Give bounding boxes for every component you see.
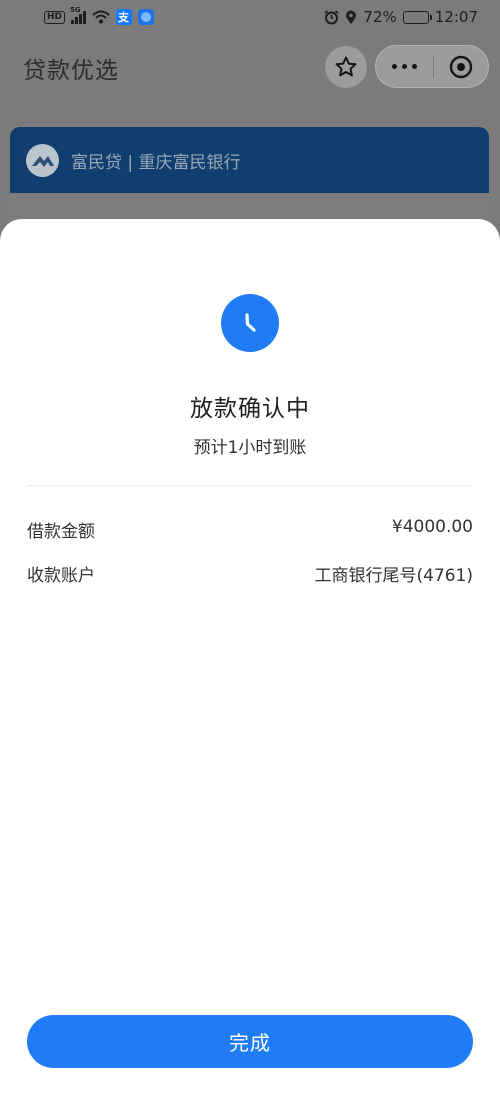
battery-icon [402, 10, 432, 24]
loan-status-sheet: 放款确认中 预计1小时到账 借款金额 ¥4000.00 收款账户 工商银行尾号(… [0, 219, 500, 1111]
favorite-button[interactable] [325, 46, 367, 88]
status-right: 72% 12:07 [324, 8, 478, 26]
clock-time: 12:07 [434, 8, 478, 26]
done-button[interactable]: 完成 [27, 1015, 473, 1068]
status-bar: HD 5G 支 72% 12:07 [0, 0, 500, 34]
target-icon [449, 55, 473, 78]
signal-icon: 5G [70, 6, 86, 24]
receiving-account-label: 收款账户 [27, 566, 95, 586]
location-icon [346, 10, 357, 24]
receiving-account-value: 工商银行尾号(4761) [314, 566, 473, 586]
bank-logo-icon [26, 143, 59, 177]
loan-product-card[interactable]: 富民贷 | 重庆富民银行 [10, 127, 489, 193]
mini-program-capsule [375, 45, 489, 88]
alipay-icon: 支 [115, 9, 132, 25]
close-mini-program-button[interactable] [434, 46, 488, 87]
status-left: HD 5G 支 [44, 6, 154, 25]
app-icon [137, 9, 154, 25]
more-dots-icon [392, 64, 397, 69]
divider [27, 485, 473, 486]
app-header: 贷款优选 [0, 34, 500, 102]
page-title: 贷款优选 [23, 58, 119, 84]
alarm-icon [324, 9, 339, 24]
hd-icon: HD [44, 10, 66, 24]
loan-amount-row: 借款金额 ¥4000.00 [27, 517, 473, 542]
loan-amount-label: 借款金额 [27, 522, 95, 542]
status-title: 放款确认中 [190, 396, 310, 422]
star-icon [335, 56, 357, 77]
clock-icon [221, 294, 279, 352]
more-button[interactable] [376, 46, 433, 87]
loan-amount-value: ¥4000.00 [391, 517, 473, 537]
loan-product-name: 富民贷 | 重庆富民银行 [71, 152, 241, 173]
wifi-icon [91, 10, 110, 24]
battery-percent: 72% [363, 8, 397, 26]
network-type: 5G [70, 6, 81, 14]
status-subtitle: 预计1小时到账 [193, 438, 307, 458]
receiving-account-row: 收款账户 工商银行尾号(4761) [27, 561, 473, 586]
